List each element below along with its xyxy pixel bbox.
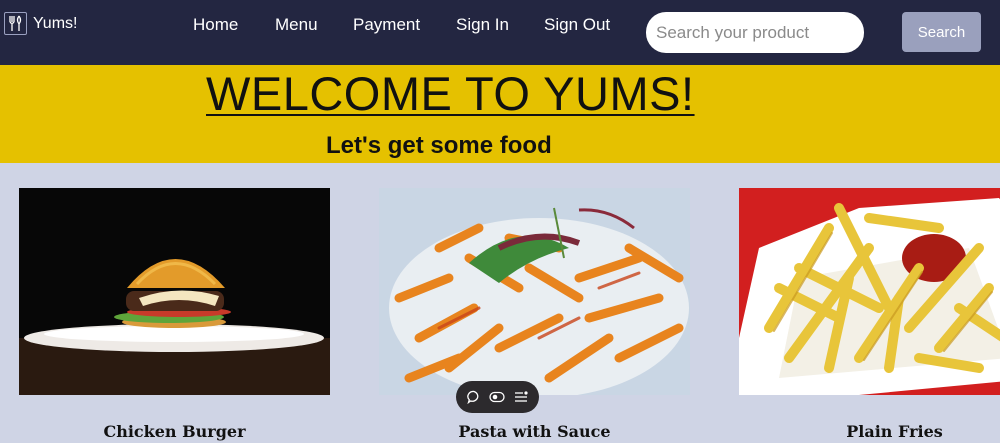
product-title: Chicken Burger <box>103 422 246 441</box>
hero-banner: WELCOME TO YUMS! Let's get some food <box>0 65 1000 163</box>
comment-icon[interactable] <box>466 389 482 405</box>
brand[interactable]: Yums! <box>4 12 77 35</box>
product-title: Pasta with Sauce <box>458 422 611 441</box>
nav-link-home[interactable]: Home <box>193 15 238 35</box>
product-card[interactable]: Chicken Burger <box>19 188 330 441</box>
nav-link-menu[interactable]: Menu <box>275 15 318 35</box>
nav-link-sign-in[interactable]: Sign In <box>456 15 509 35</box>
fork-knife-icon <box>4 12 27 35</box>
product-title: Plain Fries <box>846 422 943 441</box>
list-icon[interactable] <box>513 389 529 405</box>
nav-link-sign-out[interactable]: Sign Out <box>544 15 610 35</box>
nav-link-payment[interactable]: Payment <box>353 15 420 35</box>
pasta-image[interactable] <box>379 188 690 395</box>
search-button[interactable]: Search <box>902 12 981 52</box>
search-input[interactable] <box>646 12 864 53</box>
hero-title: WELCOME TO YUMS! <box>206 67 695 120</box>
hero-subtitle: Let's get some food <box>326 132 552 159</box>
fries-image[interactable] <box>739 188 1000 395</box>
toggle-icon[interactable] <box>489 389 506 405</box>
brand-name: Yums! <box>33 14 78 32</box>
product-card[interactable]: Pasta with Sauce <box>379 188 690 441</box>
floating-toolbar <box>456 381 539 413</box>
burger-image[interactable] <box>19 188 330 395</box>
product-card[interactable]: Plain Fries <box>739 188 1000 441</box>
navbar: Yums! Home Menu Payment Sign In Sign Out… <box>0 0 1000 65</box>
